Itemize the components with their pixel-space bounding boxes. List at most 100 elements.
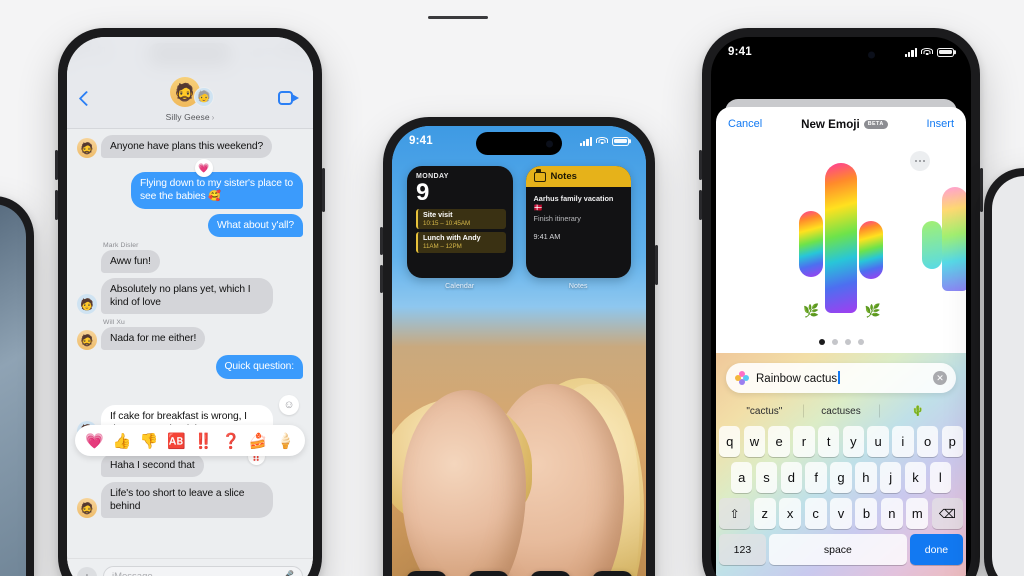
key-j[interactable]: j [879, 462, 902, 493]
search-input[interactable]: Rainbow cactus [756, 371, 926, 385]
insert-button[interactable]: Insert [926, 118, 954, 130]
key-i[interactable]: i [892, 426, 914, 457]
battery-icon [612, 136, 629, 146]
message-bubble[interactable]: Nada for me either! [101, 327, 206, 351]
status-time: 9:41 [728, 46, 752, 58]
numbers-key[interactable]: 123 [719, 534, 766, 565]
imessage-input[interactable]: iMessage 🎤 [103, 566, 303, 576]
volume-up-button[interactable] [699, 150, 702, 180]
key-e[interactable]: e [768, 426, 790, 457]
microphone-icon[interactable]: 🎤 [282, 571, 294, 576]
prediction-option[interactable]: 🌵 [879, 406, 956, 417]
key-p[interactable]: p [941, 426, 963, 457]
key-h[interactable]: h [855, 462, 877, 493]
message-bubble[interactable]: What about y'all? [208, 213, 303, 237]
key-f[interactable]: f [805, 462, 827, 493]
key-r[interactable]: r [793, 426, 815, 457]
chat-header[interactable]: 🧔 🧓 Silly Geese › [67, 77, 313, 122]
key-n[interactable]: n [880, 498, 903, 529]
prediction-option[interactable]: "cactus" [726, 406, 803, 417]
cellular-signal-icon [579, 136, 592, 146]
message-bubble[interactable]: Life's too short to leave a slice behind [101, 482, 273, 519]
volume-down-button[interactable] [380, 265, 383, 293]
space-key[interactable]: space [769, 534, 907, 565]
power-button[interactable] [655, 245, 658, 285]
more-options-icon[interactable] [910, 151, 930, 171]
page-dot[interactable] [844, 339, 851, 345]
calendar-event[interactable]: Lunch with Andy 11AM – 12PM [416, 232, 506, 253]
power-button[interactable] [322, 168, 325, 212]
message-row: Aww fun! [77, 249, 303, 273]
backspace-icon[interactable]: ⌫ [931, 498, 964, 529]
key-m[interactable]: m [906, 498, 929, 529]
tapback-option[interactable]: 🍰 [249, 432, 268, 450]
volume-up-button[interactable] [380, 227, 383, 255]
add-attachment-button[interactable]: + [77, 566, 97, 576]
key-x[interactable]: x [779, 498, 802, 529]
key-y[interactable]: y [842, 426, 865, 457]
page-dot[interactable] [857, 339, 864, 345]
genmoji-search-field[interactable]: Rainbow cactus ✕ [726, 363, 956, 393]
key-d[interactable]: d [780, 462, 803, 493]
message-bubble[interactable]: Aww fun! [101, 249, 160, 273]
tapback-picker-bar[interactable]: 💗 👍 👎 🆎 ‼️ ❓ 🍰 🍦 [75, 425, 305, 456]
message-bubble[interactable]: Haha I second that [101, 453, 204, 478]
app-contacts[interactable]: Contacts [590, 571, 634, 576]
prediction-bar: "cactus" cactuses 🌵 [726, 398, 956, 424]
tapback-option[interactable]: 💗 [85, 432, 104, 450]
phone-genmoji: 9:41 Cancel New Emoji BETA Insert 🌿 🌿 Ra… [699, 28, 983, 576]
carousel-page-dots[interactable] [716, 339, 966, 345]
calendar-event[interactable]: Site visit 10:15 – 10:45AM [416, 209, 506, 230]
key-g[interactable]: g [830, 462, 852, 493]
key-w[interactable]: w [743, 426, 766, 457]
prediction-option[interactable]: cactuses [803, 406, 880, 417]
chevron-right-icon: › [211, 113, 215, 122]
volume-down-button[interactable] [699, 190, 702, 220]
tapback-option[interactable]: 👎 [140, 432, 159, 450]
tapback-option[interactable]: ❓ [222, 432, 241, 450]
power-button[interactable] [980, 168, 983, 212]
volume-up-button[interactable] [55, 150, 58, 180]
message-row: What about y'all? [77, 213, 303, 237]
message-bubble[interactable]: Flying down to my sister's place to see … [131, 172, 303, 209]
key-z[interactable]: z [753, 498, 776, 529]
phone-messages: 9:41 🧔 🧓 Silly G [55, 28, 325, 576]
key-u[interactable]: u [867, 426, 889, 457]
widget-calendar[interactable]: MONDAY 9 Site visit 10:15 – 10:45AM Lunc… [407, 166, 513, 278]
app-health[interactable]: ♥ Health [528, 571, 572, 576]
key-b[interactable]: b [855, 498, 878, 529]
avatar-secondary: 🧓 [194, 87, 214, 107]
genmoji-preview-carousel[interactable]: 🌿 🌿 [716, 141, 966, 353]
message-bubble[interactable]: Absolutely no plans yet, which I kind of… [101, 277, 273, 315]
done-key[interactable]: done [909, 534, 963, 565]
key-a[interactable]: a [730, 462, 753, 493]
clear-text-icon[interactable]: ✕ [933, 371, 947, 385]
shift-icon[interactable]: ⇧ [718, 498, 751, 529]
key-c[interactable]: c [804, 498, 827, 529]
tapback-option[interactable]: 🍦 [276, 432, 295, 450]
app-tv[interactable]: tv TV [404, 571, 448, 576]
key-q[interactable]: q [719, 426, 741, 457]
key-v[interactable]: v [829, 498, 853, 529]
key-s[interactable]: s [755, 462, 778, 493]
key-o[interactable]: o [916, 426, 939, 457]
cancel-button[interactable]: Cancel [728, 118, 762, 130]
page-dot[interactable] [818, 339, 825, 345]
rainbow-cactus-variant[interactable] [920, 187, 966, 295]
key-k[interactable]: k [904, 462, 927, 493]
widget-notes[interactable]: Notes Aarhus family vacation 🇩🇰 Finish i… [525, 166, 631, 278]
rainbow-cactus-genmoji[interactable]: 🌿 🌿 [795, 163, 887, 319]
tapback-option[interactable]: 👍 [113, 432, 132, 450]
tapback-option[interactable]: 🆎 [167, 432, 186, 450]
app-camera[interactable]: Camera [466, 571, 510, 576]
message-thread[interactable]: 🧔 Anyone have plans this weekend? 💗 Flyi… [67, 129, 313, 558]
message-bubble[interactable]: Quick question: [215, 355, 303, 379]
widget-row: MONDAY 9 Site visit 10:15 – 10:45AM Lunc… [407, 166, 631, 290]
tapback-option[interactable]: ‼️ [194, 432, 213, 450]
message-bubble[interactable]: Anyone have plans this weekend? [101, 135, 273, 159]
key-t[interactable]: t [817, 426, 840, 457]
tapback-sticker[interactable]: ☺ [279, 394, 299, 415]
key-l[interactable]: l [929, 462, 952, 493]
page-dot[interactable] [831, 339, 838, 345]
volume-down-button[interactable] [55, 190, 58, 220]
